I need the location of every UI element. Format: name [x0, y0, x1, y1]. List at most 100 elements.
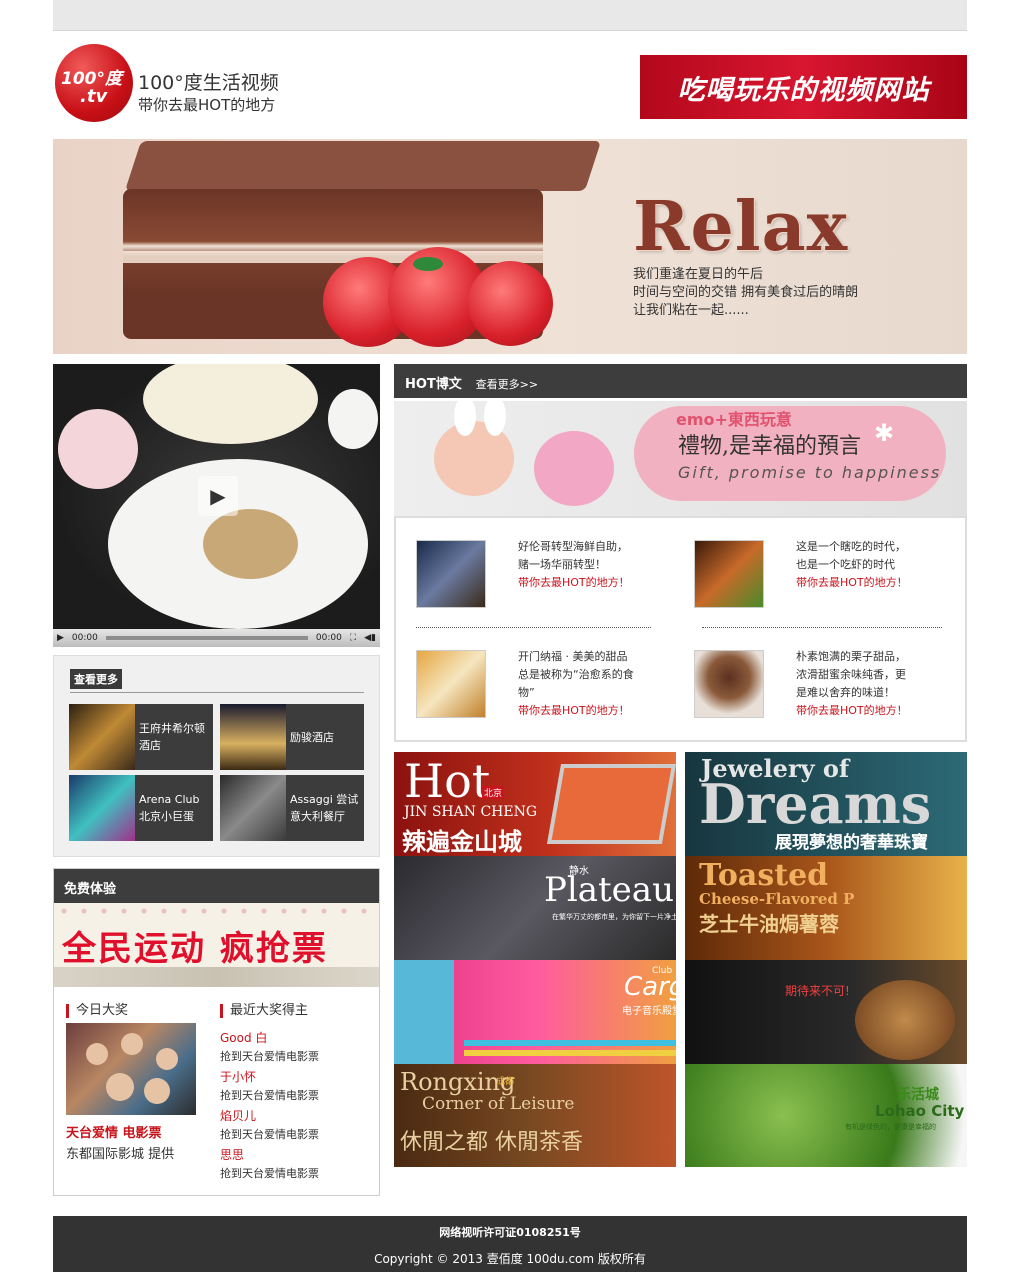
post-text: 朴素饱满的栗子甜品，浓滑甜蜜余味纯香，更是难以舍弃的味道！ 带你去最HOT的地方… — [772, 648, 912, 720]
venue-card[interactable]: Assaggi 尝试意大利餐厅 — [220, 775, 364, 841]
decor-dots — [54, 903, 379, 919]
recent-winners-label: 最近大奖得主 — [220, 1004, 308, 1018]
tile-title: Plateau — [544, 870, 674, 910]
promo-tile[interactable]: Plateau 静水 在繁华万丈的都市里，为你留下一片净土 — [394, 856, 676, 960]
winner-name[interactable]: Good 白 — [220, 1029, 267, 1046]
blog-post[interactable]: 朴素饱满的栗子甜品，浓滑甜蜜余味纯香，更是难以舍弃的味道！ 带你去最HOT的地方… — [674, 628, 914, 718]
winner-name[interactable]: 焰贝儿 — [220, 1107, 256, 1124]
post-text: 好伦哥转型海鲜自助，赌一场华丽转型！ 带你去最HOT的地方！ — [494, 538, 634, 592]
winner-desc: 抢到天台爱情电影票 — [220, 1128, 319, 1141]
tile-cn: 休閒之都 休閒茶香 — [400, 1130, 583, 1155]
promo-tile[interactable]: Cargo Club 电子音乐殿堂 — [394, 960, 676, 1064]
winner-name[interactable]: 思思 — [220, 1146, 244, 1163]
venue-thumb — [220, 704, 286, 770]
logo-bottom-text: .tv — [80, 86, 108, 107]
blog-post[interactable]: 好伦哥转型海鲜自助，赌一场华丽转型！ 带你去最HOT的地方！ — [396, 518, 636, 608]
free-trial-banner[interactable]: 全民运动 疯抢票 — [54, 903, 379, 987]
venue-name: Arena Club 北京小巨蛋 — [139, 793, 200, 823]
tile-stripe — [394, 960, 454, 1064]
tile-cn: 在繁华万丈的都市里，为你留下一片净土 — [552, 913, 676, 921]
doll-illustration — [534, 431, 614, 506]
promo-tile[interactable]: 乐活城 Lohao City 有机是绿色的，健康是幸福的 — [685, 1064, 967, 1167]
post-tag[interactable]: 带你去最HOT的地方！ — [772, 574, 912, 592]
post-text: 开门纳福 · 美美的甜品总是被称为“治愈系的食物” 带你去最HOT的地方！ — [494, 648, 634, 720]
hot-blog-panel: HOT博文 查看更多>> emo+東西玩意 禮物,是幸福的預言 Gift, pr… — [394, 364, 967, 742]
gift-banner[interactable]: emo+東西玩意 禮物,是幸福的預言 Gift, promise to happ… — [394, 401, 967, 516]
post-thumb — [694, 650, 764, 718]
tile-badge: 静水 — [569, 866, 589, 877]
seek-bar[interactable] — [105, 636, 308, 640]
poster-face — [156, 1048, 178, 1070]
play-icon[interactable]: ▶ — [198, 476, 238, 516]
promo-tile[interactable]: 期待来不可! — [685, 960, 967, 1064]
tile-title: 乐活城 — [897, 1087, 939, 1103]
tile-badge: 北京 — [482, 786, 505, 799]
tile-cn: 芝士牛油焗薯蓉 — [699, 912, 839, 936]
blog-post-grid: 好伦哥转型海鲜自助，赌一场华丽转型！ 带你去最HOT的地方！ 这是一个瞎吃的时代… — [394, 516, 967, 742]
promo-tile[interactable]: Rongxing 成都 Corner of Leisure 休閒之都 休閒茶香 — [394, 1064, 676, 1167]
hot-blog-more-link[interactable]: 查看更多>> — [476, 378, 538, 391]
tile-cn: 有机是绿色的，健康是幸福的 — [845, 1123, 936, 1131]
banner-headline: Relax — [633, 187, 849, 267]
tile-cn: 期待来不可! — [785, 984, 850, 998]
free-banner-text: 全民运动 疯抢票 — [62, 929, 328, 969]
promo-tile[interactable]: Jewelery of Dreams 展現夢想的奢華珠寶 — [685, 752, 967, 856]
poster-face — [144, 1078, 170, 1104]
leaf — [413, 257, 443, 271]
venue-card[interactable]: 王府井希尔顿酒店 — [69, 704, 213, 770]
tile-subtitle: JIN SHAN CHENG — [404, 804, 538, 820]
post-tag[interactable]: 带你去最HOT的地方！ — [772, 702, 912, 720]
post-desc: 开门纳福 · 美美的甜品总是被称为“治愈系的食物” — [518, 650, 634, 699]
poster-face — [86, 1043, 108, 1065]
footer: 网络视听许可证0108251号 Copyright © 2013 壹佰度 100… — [53, 1216, 967, 1272]
poster-face — [106, 1073, 134, 1101]
cake-cream — [123, 251, 543, 263]
winner-desc: 抢到天台爱情电影票 — [220, 1167, 319, 1180]
venue-name: 励骏酒店 — [290, 730, 334, 744]
venue-card[interactable]: Arena Club 北京小巨蛋 — [69, 775, 213, 841]
post-tag[interactable]: 带你去最HOT的地方！ — [494, 702, 634, 720]
volume-icon[interactable]: ◀▮ — [360, 633, 380, 643]
free-trial-title: 免费体验 — [54, 869, 379, 903]
top-bar — [53, 0, 967, 31]
banner-line: 我们重逢在夏日的午后 — [633, 267, 764, 282]
side-dish — [58, 409, 138, 489]
video-player[interactable]: ▶ ▶ 00:00 00:00 ⛶ ◀▮ — [53, 364, 380, 647]
promo-tile[interactable]: Hot 北京 JIN SHAN CHENG 辣遍金山城 — [394, 752, 676, 856]
venue-card[interactable]: 励骏酒店 — [220, 704, 364, 770]
banner-line: 让我们粘在一起...... — [633, 303, 749, 318]
blog-post[interactable]: 这是一个瞎吃的时代，也是一个吃虾的时代 带你去最HOT的地方！ — [674, 518, 914, 608]
fullscreen-icon[interactable]: ⛶ — [346, 633, 360, 643]
tile-title: Hot — [404, 754, 491, 808]
post-desc: 这是一个瞎吃的时代，也是一个吃虾的时代 — [796, 540, 906, 571]
poster-face — [121, 1033, 143, 1055]
doll-ear — [484, 401, 506, 436]
site-slogan: 吃喝玩乐的视频网站 — [640, 55, 967, 119]
post-desc: 朴素饱满的栗子甜品，浓滑甜蜜余味纯香，更是难以舍弃的味道！ — [796, 650, 906, 699]
prize-sponsor: 东都国际影城 提供 — [66, 1147, 175, 1162]
video-frame: ▶ — [53, 364, 380, 629]
tile-cn: 电子音乐殿堂 — [622, 1006, 676, 1017]
cake-illustration — [124, 141, 602, 191]
hot-blog-header: HOT博文 查看更多>> — [394, 364, 967, 398]
sauce-bowl — [203, 509, 298, 579]
gift-slogan: 禮物,是幸福的預言 — [678, 434, 861, 459]
prize-title[interactable]: 天台爱情 电影票 — [66, 1122, 162, 1141]
see-more-title: 查看更多 — [70, 669, 122, 689]
site-logo[interactable]: 100°度 .tv 100°度生活视频 带你去最HOT的地方 — [53, 44, 293, 124]
play-pause-icon[interactable]: ▶ — [53, 633, 68, 643]
decor-town — [54, 967, 379, 987]
promo-tile[interactable]: Toasted Cheese-Flavored P 芝士牛油焗薯蓉 — [685, 856, 967, 960]
video-controls: ▶ 00:00 00:00 ⛶ ◀▮ — [53, 629, 380, 647]
prize-poster[interactable] — [66, 1023, 196, 1115]
hero-banner[interactable]: Relax 我们重逢在夏日的午后 时间与空间的交错 拥有美食过后的晴朗 让我们粘… — [53, 139, 967, 354]
free-trial-panel: 免费体验 全民运动 疯抢票 今日大奖 最近大奖得主 天台爱情 电影票 东都国际影… — [53, 868, 380, 1196]
tile-badge: 成都 — [496, 1077, 515, 1087]
post-tag[interactable]: 带你去最HOT的地方！ — [494, 574, 634, 592]
winner-name[interactable]: 于小怀 — [220, 1068, 256, 1085]
blog-post[interactable]: 开门纳福 · 美美的甜品总是被称为“治愈系的食物” 带你去最HOT的地方！ — [396, 628, 636, 718]
gift-slogan-en: Gift, promise to happiness — [678, 463, 942, 482]
venue-thumb — [69, 704, 135, 770]
today-prize-label: 今日大奖 — [66, 1004, 128, 1018]
doll-illustration — [434, 421, 514, 496]
